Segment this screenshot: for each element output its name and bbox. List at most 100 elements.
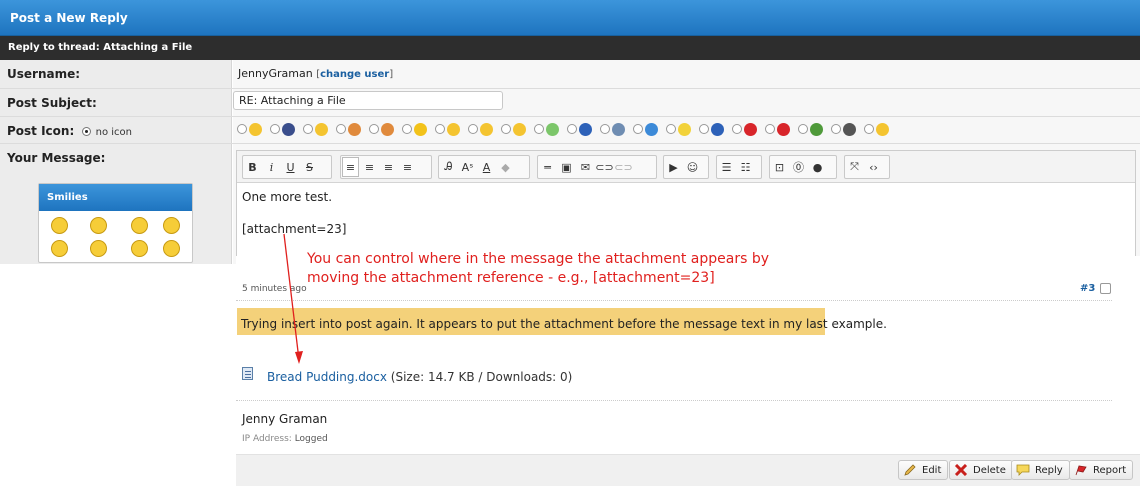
subject-label: Post Subject: bbox=[0, 89, 232, 116]
horizontal-rule-icon[interactable]: ═ bbox=[539, 157, 556, 177]
post-icon-radio[interactable] bbox=[369, 124, 379, 135]
bullet-list-icon[interactable]: ☰ bbox=[718, 157, 735, 177]
reply-button[interactable]: Reply bbox=[1011, 460, 1070, 480]
italic-icon[interactable]: i bbox=[263, 157, 280, 177]
align-right-icon[interactable]: ≡ bbox=[380, 157, 397, 177]
email-icon[interactable]: ✉ bbox=[577, 157, 594, 177]
unlink-icon[interactable]: ⊂⊃ bbox=[614, 157, 632, 177]
align-left-icon[interactable]: ≡ bbox=[342, 157, 359, 177]
no-icon-radio[interactable] bbox=[82, 127, 92, 136]
attachment-line: Bread Pudding.docx (Size: 14.7 KB / Down… bbox=[267, 370, 572, 384]
post-icon-radio[interactable] bbox=[336, 124, 346, 135]
reply-label: Reply bbox=[1035, 464, 1063, 476]
image-icon[interactable]: ▣ bbox=[558, 157, 575, 177]
align-justify-icon[interactable]: ≡ bbox=[399, 157, 416, 177]
username-row: Username: JennyGraman [change user] bbox=[0, 60, 1140, 89]
post-icon-radio[interactable] bbox=[435, 124, 445, 135]
smiley-wink-icon[interactable] bbox=[90, 217, 107, 234]
post-icon-option[interactable] bbox=[303, 122, 333, 136]
post-icon-radio[interactable] bbox=[864, 124, 874, 135]
post-icon-option[interactable] bbox=[633, 122, 663, 136]
post-icon-radio[interactable] bbox=[468, 124, 478, 135]
editor-textarea[interactable]: One more test. [attachment=23] bbox=[237, 183, 1135, 243]
smiley-cool-icon[interactable] bbox=[131, 217, 148, 234]
numbered-list-icon[interactable]: ☷ bbox=[737, 157, 754, 177]
underline-icon[interactable]: U bbox=[282, 157, 299, 177]
emoticon-icon[interactable]: ☺ bbox=[684, 157, 701, 177]
edit-button[interactable]: Edit bbox=[898, 460, 949, 480]
ip-address: IP Address: Logged bbox=[242, 434, 328, 444]
delete-x-icon bbox=[954, 463, 968, 477]
post-select-checkbox[interactable] bbox=[1100, 283, 1111, 294]
post-icon-option[interactable] bbox=[666, 122, 696, 136]
post-icon-option[interactable] bbox=[600, 122, 630, 136]
align-center-icon[interactable]: ≡ bbox=[361, 157, 378, 177]
delete-button[interactable]: Delete bbox=[949, 460, 1013, 480]
post-icon-radio[interactable] bbox=[534, 124, 544, 135]
change-user-link[interactable]: change user bbox=[320, 69, 389, 80]
post-icon-radio[interactable] bbox=[699, 124, 709, 135]
code-icon[interactable]: ⊡ bbox=[771, 157, 788, 177]
post-icon-option[interactable] bbox=[534, 122, 564, 136]
smiley-big-grin-icon[interactable] bbox=[163, 217, 180, 234]
font-icon[interactable]: Ꭿ bbox=[440, 157, 457, 177]
post-icon-option[interactable] bbox=[237, 122, 267, 136]
subject-input[interactable] bbox=[233, 91, 503, 110]
source-icon[interactable]: ‹› bbox=[865, 157, 882, 177]
thumbs-down-icon bbox=[381, 122, 394, 136]
post-icon-radio[interactable] bbox=[567, 124, 577, 135]
font-size-icon[interactable]: Aˢ bbox=[459, 157, 476, 177]
post-icon-radio[interactable] bbox=[798, 124, 808, 135]
php-icon[interactable]: ⓪ bbox=[790, 157, 807, 177]
post-icon-option[interactable] bbox=[765, 122, 795, 136]
post-icon-radio[interactable] bbox=[237, 124, 247, 135]
username-value: JennyGraman bbox=[238, 67, 313, 80]
maximize-icon[interactable]: ⤧ bbox=[846, 157, 863, 177]
video-icon[interactable]: ▶ bbox=[665, 157, 682, 177]
smiley-blush-icon[interactable] bbox=[90, 240, 107, 257]
post-number[interactable]: #3 bbox=[1080, 283, 1095, 294]
post-icon-radio[interactable] bbox=[270, 124, 280, 135]
annotation-callout: You can control where in the message the… bbox=[307, 250, 769, 288]
smiley-sad-icon[interactable] bbox=[163, 240, 180, 257]
post-icon-label-cell: Post Icon: no icon bbox=[0, 117, 232, 143]
post-icon-option[interactable] bbox=[699, 122, 729, 136]
post-icon-radio[interactable] bbox=[666, 124, 676, 135]
post-icon-radio[interactable] bbox=[600, 124, 610, 135]
attachment-info: (Size: 14.7 KB / Downloads: 0) bbox=[386, 370, 573, 384]
post-icon-radio[interactable] bbox=[831, 124, 841, 135]
smiley-tongue-icon[interactable] bbox=[51, 240, 68, 257]
post-icon-radio[interactable] bbox=[732, 124, 742, 135]
post-icon-option[interactable] bbox=[435, 122, 465, 136]
font-color-icon[interactable]: A bbox=[478, 157, 495, 177]
post-icon-option[interactable] bbox=[864, 122, 894, 136]
editor-line-2: [attachment=23] bbox=[242, 222, 347, 236]
report-button[interactable]: Report bbox=[1069, 460, 1134, 480]
post-icon-option[interactable] bbox=[369, 122, 399, 136]
post-icon-radio[interactable] bbox=[303, 124, 313, 135]
page-title: Post a New Reply bbox=[10, 11, 128, 25]
post-icon-option[interactable] bbox=[732, 122, 762, 136]
post-icon-option[interactable] bbox=[468, 122, 498, 136]
bold-icon[interactable]: B bbox=[244, 157, 261, 177]
post-icon-radio[interactable] bbox=[402, 124, 412, 135]
smiley-shy-icon[interactable] bbox=[131, 240, 148, 257]
post-icon-option[interactable] bbox=[798, 122, 828, 136]
link-icon[interactable]: ⊂⊃ bbox=[595, 157, 613, 177]
post-icon-option[interactable] bbox=[270, 122, 300, 136]
strikethrough-icon[interactable]: S bbox=[301, 157, 318, 177]
post-icon-option[interactable] bbox=[402, 122, 432, 136]
post-icon-option[interactable] bbox=[567, 122, 597, 136]
smiley-smile-icon[interactable] bbox=[51, 217, 68, 234]
post-icon-option[interactable] bbox=[831, 122, 861, 136]
attachment-link[interactable]: Bread Pudding.docx bbox=[267, 370, 387, 384]
post-icon-label: Post Icon: bbox=[7, 124, 75, 138]
post-icon-radio[interactable] bbox=[501, 124, 511, 135]
post-icon-option[interactable] bbox=[336, 122, 366, 136]
quote-icon[interactable]: ● bbox=[809, 157, 826, 177]
post-icon-option[interactable] bbox=[501, 122, 531, 136]
post-icon-radio[interactable] bbox=[633, 124, 643, 135]
page-header: Post a New Reply bbox=[0, 0, 1140, 36]
eraser-icon[interactable]: ◆ bbox=[497, 157, 514, 177]
post-icon-radio[interactable] bbox=[765, 124, 775, 135]
